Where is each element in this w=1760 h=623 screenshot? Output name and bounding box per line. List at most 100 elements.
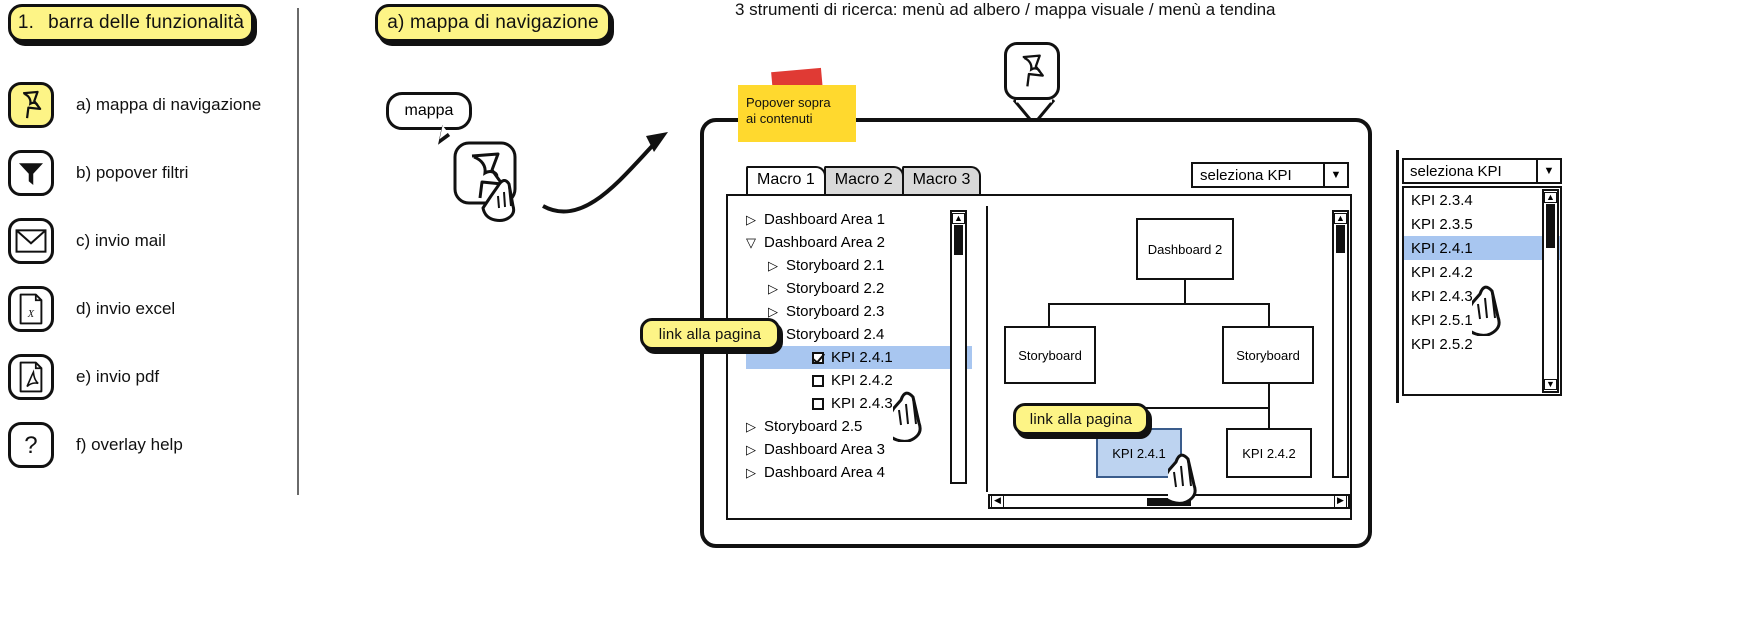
tab-macro-2[interactable]: Macro 2 (823, 166, 904, 194)
link-annotation-tree-label: link alla pagina (658, 325, 762, 343)
envelope-icon[interactable] (8, 218, 54, 264)
pdf-file-icon[interactable] (8, 354, 54, 400)
navigation-map-section-label: a) mappa di navigazione (387, 12, 599, 33)
scroll-up-arrow-icon[interactable]: ▲ (952, 213, 965, 224)
mappa-tooltip-label: mappa (404, 102, 454, 119)
kpi-dropdown-header[interactable]: seleziona KPI ▼ (1402, 158, 1562, 184)
svg-text:?: ? (24, 432, 37, 459)
caret-right-icon[interactable]: ▷ (768, 304, 786, 320)
caret-right-icon[interactable]: ▷ (768, 281, 786, 297)
tree-node-label: KPI 2.4.1 (831, 349, 893, 366)
tree-node[interactable]: ▷ Storyboard 2.3 (746, 300, 972, 323)
tree-node[interactable]: ▷ Storyboard 2.2 (746, 277, 972, 300)
kpi-select-window[interactable]: seleziona KPI ▼ (1191, 162, 1349, 188)
chevron-down-icon[interactable]: ▼ (1536, 160, 1560, 182)
tree-node-label: Storyboard 2.5 (764, 418, 863, 435)
checkbox-unchecked[interactable] (812, 374, 824, 387)
caret-right-icon[interactable]: ▷ (746, 442, 764, 458)
tab-macro-1[interactable]: Macro 1 (746, 166, 826, 194)
kpi-select-value: seleziona KPI (1200, 166, 1292, 184)
feature-item-label: f) overlay help (76, 435, 183, 454)
tree-node[interactable]: ▷ Dashboard Area 1 (746, 208, 972, 231)
feature-item-f[interactable]: ? f) overlay help (8, 422, 261, 468)
link-annotation-map-label: link alla pagina (1029, 410, 1133, 428)
caret-right-icon[interactable]: ▷ (746, 212, 764, 228)
feature-item-a[interactable]: a) mappa di navigazione (8, 82, 261, 128)
tree-node-label: Storyboard 2.1 (786, 257, 885, 274)
map-node-dashboard[interactable]: Dashboard 2 (1136, 218, 1234, 280)
tree-node-label: Dashboard Area 3 (764, 441, 885, 458)
dropdown-option[interactable]: KPI 2.4.1 (1404, 236, 1560, 260)
navigation-map-section-chip: a) mappa di navigazione (375, 4, 611, 42)
hand-cursor-tree (882, 378, 951, 447)
checkbox-unchecked[interactable] (812, 397, 824, 410)
caret-down-icon[interactable]: ▽ (746, 235, 764, 251)
map-node-kpi-2[interactable]: KPI 2.4.2 (1226, 428, 1312, 478)
right-section-divider (1396, 150, 1399, 403)
checkbox-checked[interactable] (812, 351, 824, 364)
question-mark-icon[interactable]: ? (8, 422, 54, 468)
application-window: Macro 1 Macro 2 Macro 3 seleziona KPI ▼ ▷ D… (700, 118, 1372, 548)
map-connector (1184, 280, 1186, 304)
tree-node[interactable]: ▷ Dashboard Area 4 (746, 461, 972, 484)
chevron-down-icon[interactable]: ▼ (1323, 164, 1347, 186)
map-node-storyboard-left[interactable]: Storyboard (1004, 326, 1096, 384)
scroll-right-arrow-icon[interactable]: ▶ (1334, 495, 1347, 508)
tree-node[interactable]: ▽ Dashboard Area 2 (746, 231, 972, 254)
tree-node-label: KPI 2.4.2 (831, 372, 893, 389)
visual-map-pane: Dashboard 2 Storyboard Storyboard KPI 2.… (986, 206, 1336, 492)
map-vertical-scrollbar[interactable]: ▲ (1332, 210, 1349, 478)
feature-item-c[interactable]: c) invio mail (8, 218, 261, 264)
feature-item-b[interactable]: b) popover filtri (8, 150, 261, 196)
title-number: 1. (17, 12, 35, 33)
funnel-icon[interactable] (8, 150, 54, 196)
scrollbar-thumb[interactable] (1546, 204, 1555, 248)
hand-cursor-map (1157, 440, 1226, 509)
tree-node-label: Storyboard 2.3 (786, 303, 885, 320)
tree-node-label: Storyboard 2.4 (786, 326, 885, 343)
scroll-up-arrow-icon[interactable]: ▲ (1334, 213, 1347, 224)
scrollbar-thumb[interactable] (954, 225, 963, 255)
scrollbar-thumb[interactable] (1336, 225, 1345, 253)
tab-macro-3[interactable]: Macro 3 (901, 166, 982, 194)
scroll-left-arrow-icon[interactable]: ◀ (991, 495, 1004, 508)
functionality-bar-title-chip: 1. barra delle funzionalità (8, 4, 254, 42)
tree-node-label: KPI 2.4.3 (831, 395, 893, 412)
map-connector (1268, 384, 1270, 408)
feature-item-label: a) mappa di navigazione (76, 95, 262, 114)
link-annotation-map: link alla pagina (1013, 403, 1149, 435)
dropdown-option[interactable]: KPI 2.3.5 (1404, 212, 1560, 236)
tree-node-label: Dashboard Area 1 (764, 211, 885, 228)
feature-item-label: e) invio pdf (76, 367, 160, 386)
feature-item-d[interactable]: Xd) invio excel (8, 286, 261, 332)
feature-list: a) mappa di navigazione b) popover filtri… (8, 82, 261, 490)
tree-node-label: Dashboard Area 2 (764, 234, 885, 251)
dropdown-option[interactable]: KPI 2.3.4 (1404, 188, 1560, 212)
hand-cursor-dropdown (1461, 272, 1530, 341)
link-annotation-tree: link alla pagina (640, 318, 780, 350)
tree-node[interactable]: ▷ Storyboard 2.1 (746, 254, 972, 277)
scroll-down-arrow-icon[interactable]: ▼ (1544, 379, 1557, 390)
map-node-storyboard-right[interactable]: Storyboard (1222, 326, 1314, 384)
caret-right-icon[interactable]: ▷ (746, 419, 764, 435)
pin-icon[interactable] (8, 82, 54, 128)
page-caption: 3 strumenti di ricerca: menù ad albero /… (735, 0, 1276, 19)
tree-node-label: Storyboard 2.2 (786, 280, 885, 297)
map-connector (1268, 407, 1270, 429)
svg-text:X: X (27, 309, 35, 320)
excel-file-icon[interactable]: X (8, 286, 54, 332)
feature-item-e[interactable]: e) invio pdf (8, 354, 261, 400)
tab-bar: Macro 1 Macro 2 Macro 3 (746, 166, 982, 194)
scroll-up-arrow-icon[interactable]: ▲ (1544, 192, 1557, 203)
sticky-note-line1: Popover sopra (746, 95, 831, 110)
tree-node-label: Dashboard Area 4 (764, 464, 885, 481)
map-connector (1268, 303, 1270, 327)
pin-button-with-cursor[interactable] (452, 140, 562, 245)
feature-item-label: c) invio mail (76, 231, 166, 250)
feature-item-label: d) invio excel (76, 299, 176, 318)
tree-scrollbar[interactable]: ▲ (950, 210, 967, 484)
caret-right-icon[interactable]: ▷ (746, 465, 764, 481)
tree-node[interactable]: KPI 2.4.1 (746, 346, 972, 369)
caret-right-icon[interactable]: ▷ (768, 258, 786, 274)
dropdown-scrollbar[interactable]: ▲ ▼ (1542, 189, 1559, 393)
